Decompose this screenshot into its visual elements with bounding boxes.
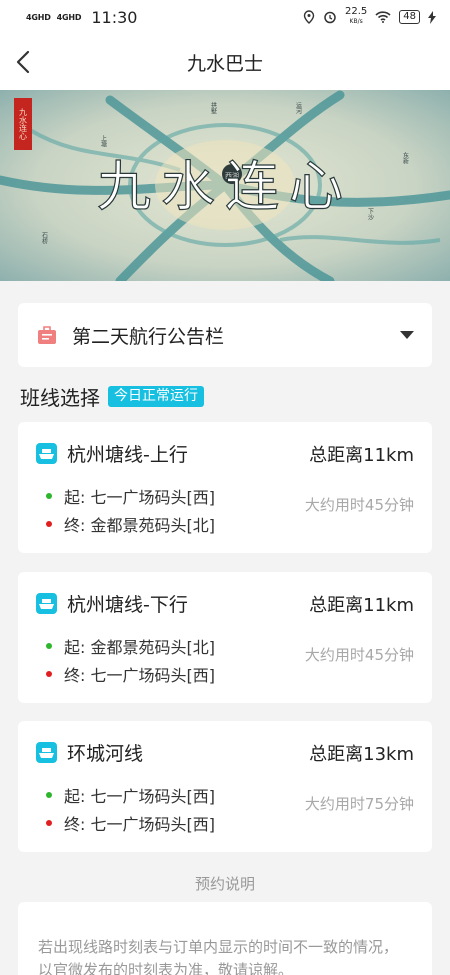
start-dot-icon bbox=[46, 792, 52, 798]
nav-bar: 九水巴士 bbox=[0, 34, 450, 90]
route-start-label: 起: 七一广场码头[西] bbox=[64, 488, 215, 507]
route-distance: 总距离11km bbox=[309, 594, 414, 616]
end-dot-icon bbox=[46, 820, 52, 826]
boat-icon bbox=[36, 593, 57, 614]
route-card[interactable]: 杭州塘线-下行 总距离11km 起: 金都景苑码头[北] 终: 七一广场码头[西… bbox=[18, 572, 432, 703]
routes-section-header: 班线选择 今日正常运行 bbox=[20, 382, 204, 411]
route-duration: 大约用时45分钟 bbox=[304, 496, 414, 514]
banner-artwork: 西湖 九水连心 九水连心 拱墅 运河 上塘 东新 石桥 下沙 bbox=[0, 90, 450, 281]
back-arrow-icon[interactable] bbox=[10, 48, 38, 76]
status-time: 11:30 bbox=[91, 7, 138, 27]
page-title: 九水巴士 bbox=[186, 52, 263, 75]
banner-image: 西湖 九水连心 九水连心 拱墅 运河 上塘 东新 石桥 下沙 bbox=[0, 90, 450, 281]
network-speed: 22.5 KB/s bbox=[345, 7, 367, 27]
banner-place: 东新 bbox=[402, 151, 409, 165]
banner-place: 拱墅 bbox=[210, 101, 217, 114]
banner-title: 九水连心 bbox=[97, 155, 353, 218]
route-distance: 总距离13km bbox=[309, 743, 414, 765]
status-bar: 4GHD 4GHD 11:30 22.5 KB/s 48 bbox=[0, 0, 450, 34]
end-dot-icon bbox=[46, 671, 52, 677]
end-dot-icon bbox=[46, 521, 52, 527]
route-start-label: 起: 七一广场码头[西] bbox=[64, 787, 215, 806]
reservation-title: 预约说明 bbox=[194, 875, 255, 893]
start-dot-icon bbox=[46, 643, 52, 649]
route-name: 杭州塘线-下行 bbox=[67, 594, 188, 616]
route-start: 起: 七一广场码头[西] bbox=[46, 484, 215, 508]
route-end-label: 终: 金都景苑码头[北] bbox=[64, 516, 215, 535]
route-start-label: 起: 金都景苑码头[北] bbox=[64, 638, 215, 657]
battery-level: 48 bbox=[399, 10, 420, 24]
notice-board[interactable]: 第二天航行公告栏 bbox=[18, 303, 432, 367]
route-start: 起: 金都景苑码头[北] bbox=[46, 634, 215, 658]
route-end: 终: 七一广场码头[西] bbox=[46, 662, 215, 686]
caret-down-icon[interactable] bbox=[400, 331, 414, 339]
start-dot-icon bbox=[46, 493, 52, 499]
boat-icon bbox=[36, 443, 57, 464]
route-header: 环城河线 总距离13km bbox=[36, 739, 414, 766]
route-card[interactable]: 环城河线 总距离13km 起: 七一广场码头[西] 终: 七一广场码头[西] 大… bbox=[18, 721, 432, 852]
notice-icon bbox=[38, 326, 56, 344]
speed-value: 22.5 bbox=[345, 6, 368, 17]
charging-icon bbox=[428, 10, 436, 24]
route-name: 杭州塘线-上行 bbox=[67, 444, 188, 466]
route-start: 起: 七一广场码头[西] bbox=[46, 783, 215, 807]
alarm-icon bbox=[324, 11, 336, 24]
banner-place: 运河 bbox=[295, 101, 302, 114]
boat-icon bbox=[36, 742, 57, 763]
status-left: 4GHD 4GHD 11:30 bbox=[26, 8, 137, 27]
route-name: 环城河线 bbox=[67, 743, 144, 765]
route-header: 杭州塘线-下行 总距离11km bbox=[36, 590, 414, 617]
banner-place: 上塘 bbox=[100, 134, 107, 148]
route-duration: 大约用时45分钟 bbox=[304, 646, 414, 664]
speed-unit: KB/s bbox=[349, 18, 363, 25]
banner-place: 石桥 bbox=[41, 232, 48, 245]
banner-seal: 九水连心 bbox=[19, 108, 28, 140]
route-duration: 大约用时75分钟 bbox=[304, 795, 414, 813]
reservation-text: 若出现线路时刻表与订单内显示的时间不一致的情况，以官微发布的时刻表为准，敬请谅解… bbox=[38, 938, 399, 975]
status-right: 22.5 KB/s 48 bbox=[303, 7, 436, 27]
wifi-icon bbox=[375, 11, 391, 23]
route-end-label: 终: 七一广场码头[西] bbox=[64, 666, 215, 685]
location-icon bbox=[303, 10, 315, 24]
signal-1-icon: 4GHD bbox=[26, 12, 51, 22]
route-distance: 总距离11km bbox=[309, 444, 414, 466]
route-end-label: 终: 七一广场码头[西] bbox=[64, 815, 215, 834]
route-end: 终: 金都景苑码头[北] bbox=[46, 512, 215, 536]
reservation-card: 若出现线路时刻表与订单内显示的时间不一致的情况，以官微发布的时刻表为准，敬请谅解… bbox=[18, 902, 432, 975]
routes-section-title: 班线选择 bbox=[20, 386, 100, 410]
signal-2-icon: 4GHD bbox=[56, 12, 82, 22]
notice-label: 第二天航行公告栏 bbox=[72, 325, 225, 348]
banner-place: 下沙 bbox=[367, 208, 374, 220]
status-badge: 今日正常运行 bbox=[108, 386, 204, 407]
route-card[interactable]: 杭州塘线-上行 总距离11km 起: 七一广场码头[西] 终: 金都景苑码头[北… bbox=[18, 422, 432, 553]
route-header: 杭州塘线-上行 总距离11km bbox=[36, 440, 414, 467]
route-end: 终: 七一广场码头[西] bbox=[46, 811, 215, 835]
